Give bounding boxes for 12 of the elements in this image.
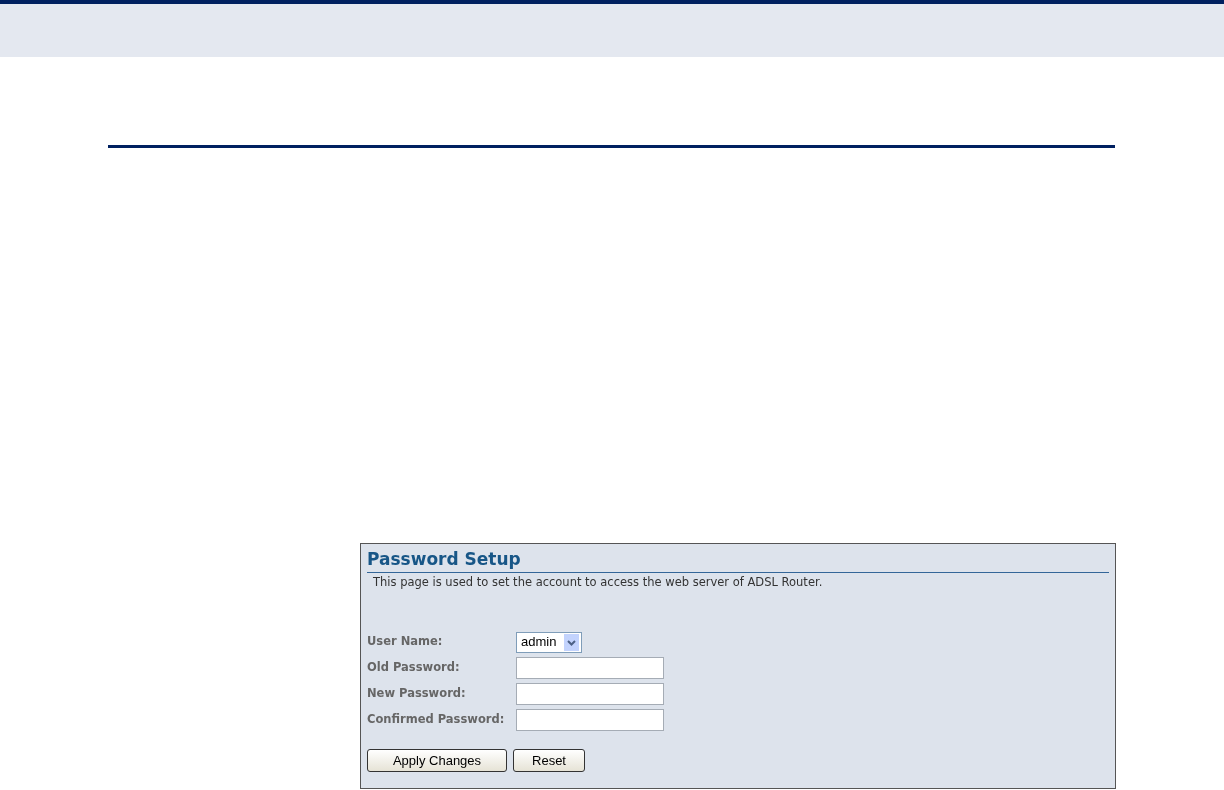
panel-description: This page is used to set the account to access the web server of ADSL Router. bbox=[373, 575, 824, 589]
password-field[interactable] bbox=[516, 683, 664, 705]
field-label: Confirmed Password: bbox=[367, 711, 506, 729]
field-label: User Name: bbox=[367, 633, 444, 651]
form-button[interactable]: Apply Changes bbox=[367, 749, 507, 772]
user-name-dropdown[interactable]: admin bbox=[516, 631, 582, 653]
password-field[interactable] bbox=[516, 657, 664, 679]
field-label: New Password: bbox=[367, 685, 467, 703]
field-label: Old Password: bbox=[367, 659, 461, 677]
panel-title: Password Setup bbox=[367, 549, 521, 569]
form-button[interactable]: Reset bbox=[513, 749, 585, 772]
password-field[interactable] bbox=[516, 709, 664, 731]
